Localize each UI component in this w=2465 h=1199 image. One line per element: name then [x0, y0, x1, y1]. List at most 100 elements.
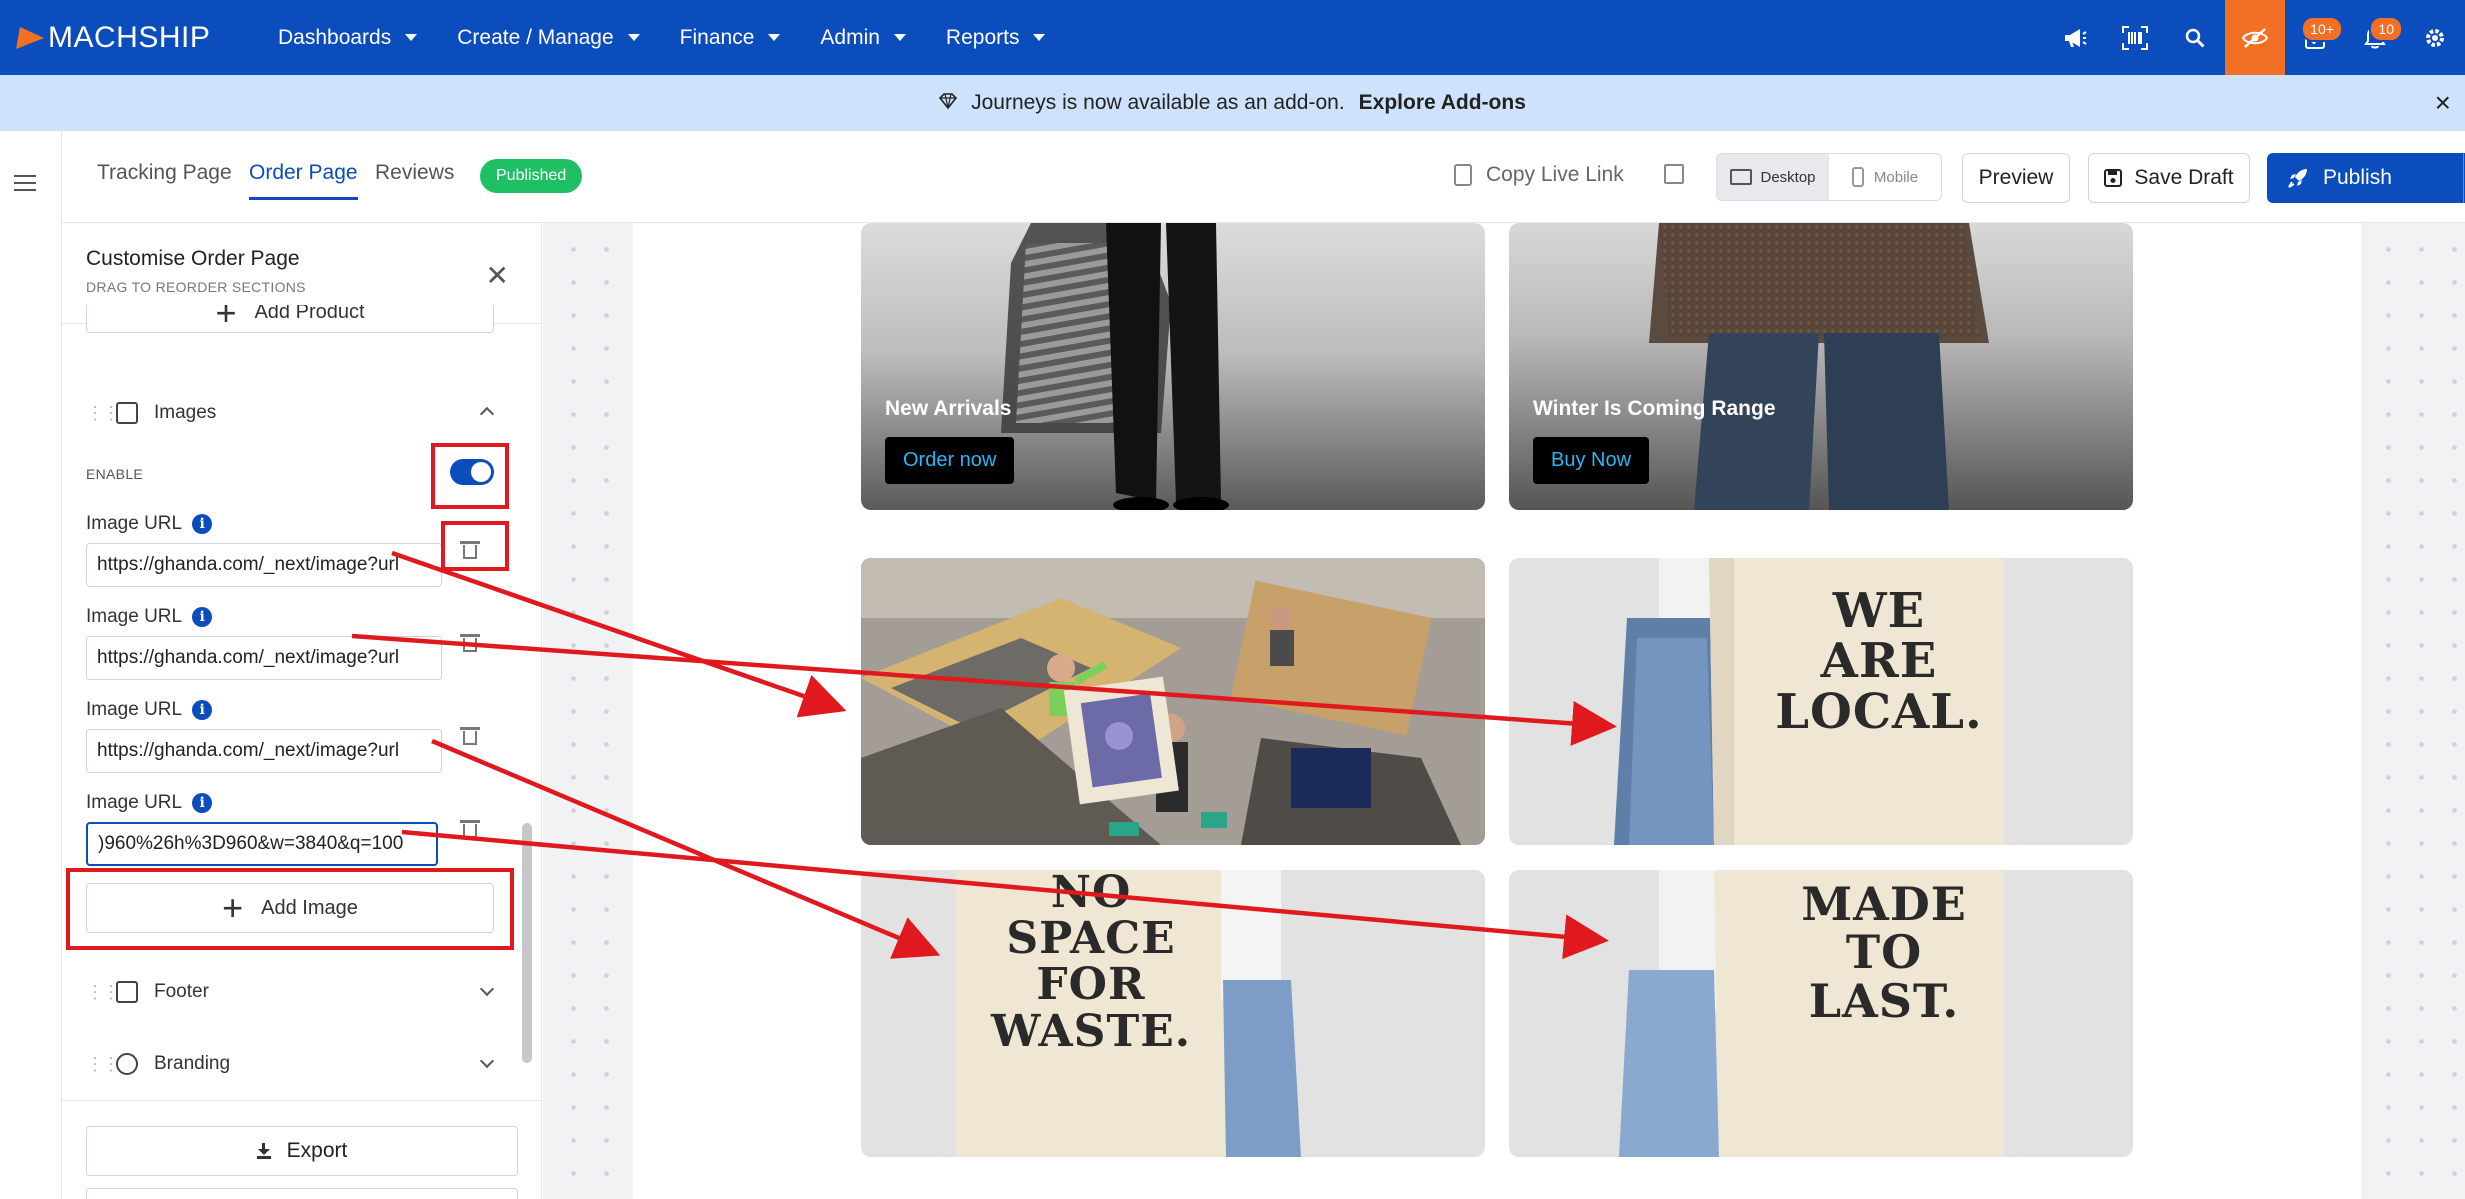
export-label: Export: [286, 1139, 348, 1162]
image-url-label: Image URL i: [86, 513, 213, 535]
nav-dashboards[interactable]: Dashboards: [278, 26, 418, 50]
info-icon[interactable]: i: [192, 793, 213, 813]
desktop-view-button[interactable]: Desktop: [1717, 154, 1829, 200]
preview-button[interactable]: Preview: [1962, 153, 2070, 203]
bell-icon[interactable]: 10: [2345, 0, 2405, 75]
panel-header: Customise Order Page DRAG TO REORDER SEC…: [86, 247, 306, 295]
close-icon[interactable]: ×: [2435, 87, 2451, 119]
info-icon[interactable]: i: [192, 514, 213, 534]
buy-now-button[interactable]: Buy Now: [1533, 437, 1650, 484]
image-url-label: Image URL i: [86, 606, 213, 628]
info-icon[interactable]: i: [192, 700, 213, 720]
tab-order-page[interactable]: Order Page: [249, 161, 358, 200]
megaphone-icon[interactable]: [2045, 0, 2105, 75]
section-footer-header[interactable]: ⋮⋮ Footer: [86, 972, 516, 1012]
announcement-text: Journeys is now available as an add-on.: [971, 91, 1345, 114]
save-icon: [2104, 169, 2123, 187]
tab-tracking-page[interactable]: Tracking Page: [97, 161, 232, 197]
trash-icon[interactable]: [460, 727, 480, 745]
annotation-box-add-image: [66, 868, 514, 950]
nav-reports-label: Reports: [945, 25, 1020, 49]
image-no-space-for-waste: NO SPACE FOR WASTE.: [861, 870, 1485, 1157]
gear-icon[interactable]: [2405, 0, 2465, 75]
external-link-icon[interactable]: [1664, 164, 1684, 184]
nav-admin[interactable]: Admin: [820, 26, 906, 50]
barcode-scan-icon[interactable]: [2105, 0, 2165, 75]
chevron-down-icon: [768, 34, 781, 41]
card-title: Winter Is Coming Range: [1533, 397, 1776, 420]
save-draft-button[interactable]: Save Draft: [2088, 153, 2250, 203]
desktop-label: Desktop: [1760, 168, 1816, 186]
card-title: New Arrivals: [885, 397, 1012, 420]
plus-icon: +: [215, 305, 237, 333]
mobile-view-button[interactable]: Mobile: [1829, 154, 1941, 200]
image-url-input-4[interactable]: )960%26h%3D960&w=3840&q=100: [86, 822, 438, 866]
info-icon[interactable]: i: [192, 607, 213, 627]
logo-mark-icon: [16, 26, 46, 49]
promo-card-new-arrivals[interactable]: New Arrivals Order now: [861, 223, 1485, 510]
secondary-action-button[interactable]: [86, 1188, 518, 1199]
trash-icon[interactable]: [460, 820, 480, 838]
images-section-label: Images: [154, 402, 217, 423]
chevron-up-icon[interactable]: [479, 406, 495, 422]
image-icon: [116, 402, 138, 424]
promo-card-winter[interactable]: Winter Is Coming Range Buy Now: [1509, 223, 2133, 510]
task-icon[interactable]: 10+: [2285, 0, 2345, 75]
nav-reports[interactable]: Reports: [946, 26, 1046, 50]
status-badge: Published: [480, 159, 583, 193]
explore-addons-link[interactable]: Explore Add-ons: [1359, 91, 1526, 115]
image-url-input-2[interactable]: https://ghanda.com/_next/image?url: [86, 636, 442, 680]
top-navigation-bar: MACHSHIP Dashboards Create / Manage Fina…: [0, 0, 2465, 75]
panel-scrollbar[interactable]: [522, 823, 532, 1063]
panel-title: Customise Order Page: [86, 247, 300, 270]
customise-order-panel: Customise Order Page DRAG TO REORDER SEC…: [62, 223, 542, 1199]
chevron-down-icon[interactable]: [479, 981, 495, 997]
machship-logo[interactable]: MACHSHIP: [16, 21, 238, 55]
left-rail: [0, 131, 62, 1199]
rocket-icon: [2288, 169, 2307, 188]
preview-canvas: New Arrivals Order now Winter Is Coming …: [543, 223, 2465, 1199]
divider: [62, 1100, 542, 1101]
nav-finance[interactable]: Finance: [680, 26, 781, 50]
tab-reviews[interactable]: Reviews: [375, 161, 454, 197]
chevron-down-icon[interactable]: [479, 1053, 495, 1069]
drag-handle-icon[interactable]: ⋮⋮: [86, 1054, 120, 1075]
eye-off-icon[interactable]: [2225, 0, 2285, 75]
publish-label: Publish: [2323, 166, 2392, 189]
trash-icon[interactable]: [460, 634, 480, 652]
publish-button[interactable]: Publish: [2267, 153, 2465, 203]
nav-admin-label: Admin: [820, 25, 880, 49]
add-product-button[interactable]: + Add Product: [86, 305, 494, 333]
workshop-scene-graphic: [861, 558, 1485, 845]
image-workshop: [861, 558, 1485, 845]
preview-label: Preview: [1978, 166, 2054, 189]
image-url-input-1[interactable]: https://ghanda.com/_next/image?url: [86, 543, 442, 587]
save-draft-label: Save Draft: [2134, 166, 2234, 189]
drag-handle-icon[interactable]: ⋮⋮: [86, 403, 120, 424]
device-toggle: Desktop Mobile: [1716, 153, 1942, 201]
hamburger-menu-icon[interactable]: [14, 175, 36, 196]
close-icon[interactable]: ✕: [486, 259, 509, 292]
order-now-button[interactable]: Order now: [885, 437, 1015, 484]
order-page-preview: New Arrivals Order now Winter Is Coming …: [633, 223, 2361, 1199]
nav-create-manage[interactable]: Create / Manage: [457, 26, 640, 50]
section-images-header[interactable]: ⋮⋮ Images: [86, 393, 516, 433]
enable-label: ENABLE: [86, 466, 144, 482]
panel-subtitle: DRAG TO REORDER SECTIONS: [86, 279, 306, 295]
export-button[interactable]: Export: [86, 1126, 518, 1176]
annotation-box-delete: [441, 521, 509, 571]
chevron-down-icon: [893, 34, 906, 41]
editor-toolbar: Tracking Page Order Page Reviews Publish…: [62, 131, 2465, 223]
search-icon[interactable]: [2165, 0, 2225, 75]
section-branding-header[interactable]: ⋮⋮ Branding: [86, 1044, 516, 1084]
nav-finance-label: Finance: [679, 25, 755, 49]
copy-icon: [1454, 164, 1472, 186]
image-url-label: Image URL i: [86, 792, 213, 814]
announcement-banner: Journeys is now available as an add-on. …: [0, 75, 2465, 131]
copy-live-link-button[interactable]: Copy Live Link: [1454, 163, 1624, 187]
palette-icon: [116, 1053, 138, 1075]
notifications-count-badge: 10: [2369, 16, 2403, 42]
drag-handle-icon[interactable]: ⋮⋮: [86, 982, 120, 1003]
button-divider: [2463, 153, 2464, 203]
image-url-input-3[interactable]: https://ghanda.com/_next/image?url: [86, 729, 442, 773]
